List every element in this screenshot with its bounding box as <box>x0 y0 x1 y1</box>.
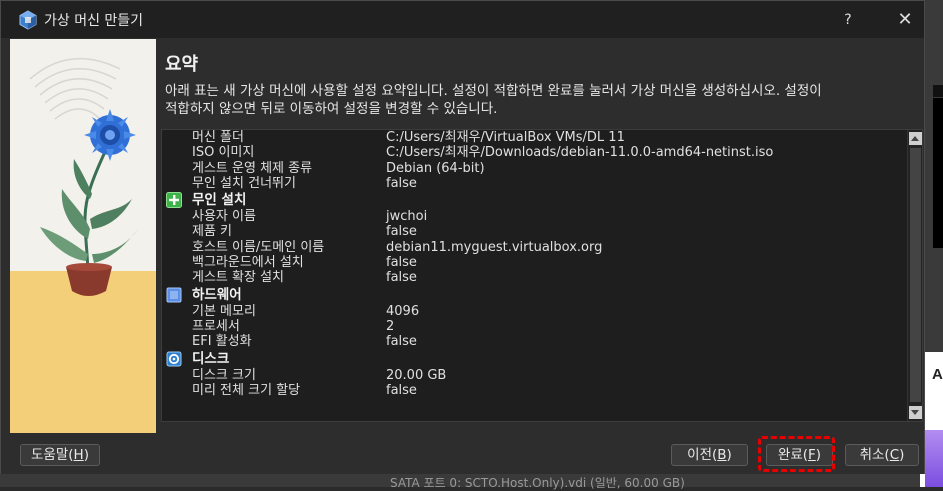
row-key: 기본 메모리 <box>192 303 256 319</box>
row-value: Debian (64-bit) <box>386 160 485 176</box>
summary-row: ISO 이미지 C:/Users/최재우/Downloads/debian-11.… <box>162 145 907 160</box>
background-text: SATA 포트 0: SCTO.Host.Only).vdi (일반, 60.0… <box>390 476 685 490</box>
virtualbox-icon <box>19 10 37 30</box>
row-value: debian11.myguest.virtualbox.org <box>386 239 603 255</box>
help-button[interactable]: 도움말(H) <box>20 444 100 466</box>
row-value: false <box>386 334 417 350</box>
section-title: 디스크 <box>192 350 230 367</box>
disk-icon <box>166 351 182 367</box>
page-description: 아래 표는 새 가상 머신에 사용할 설정 요약입니다. 설정이 적합하면 완료… <box>165 83 822 117</box>
button-mnemonic: H <box>73 447 84 463</box>
button-label: 취소 <box>859 447 885 463</box>
summary-row: 사용자 이름 jwchoi <box>162 209 907 224</box>
add-install-icon <box>166 192 182 209</box>
background-card-letter: A <box>932 366 943 383</box>
row-value: false <box>386 382 417 398</box>
button-label: 이전 <box>687 447 712 463</box>
section-title: 하드웨어 <box>192 286 242 303</box>
row-key: 게스트 확장 설치 <box>192 270 284 286</box>
row-key: 백그라운드에서 설치 <box>192 255 304 271</box>
row-value: false <box>386 255 417 271</box>
background-window-edge <box>933 85 943 97</box>
summary-row: 제품 키 false <box>162 224 907 239</box>
summary-row: 미리 전체 크기 할당 false <box>162 383 907 398</box>
summary-row: 디스크 크기 20.00 GB <box>162 368 907 383</box>
summary-row: 게스트 확장 설치 false <box>162 270 907 285</box>
page-title: 요약 <box>165 54 199 75</box>
button-mnemonic: B <box>717 447 727 463</box>
context-help-button[interactable]: ? <box>837 8 859 32</box>
wizard-illustration <box>10 39 156 433</box>
summary-row: 무인 설치 건너뛰기 false <box>162 176 907 191</box>
close-button[interactable]: ✕ <box>891 8 919 32</box>
cancel-button[interactable]: 취소(C) <box>845 444 919 466</box>
flower-illustration <box>29 57 138 296</box>
row-key: EFI 활성화 <box>192 334 252 350</box>
summary-row: 머신 폴더 C:/Users/최재우/VirtualBox VMs/DL 11 <box>162 130 907 145</box>
row-value: false <box>386 224 417 240</box>
summary-row: EFI 활성화 false <box>162 334 907 349</box>
row-value: 2 <box>386 318 395 334</box>
summary-row: 프로세서 2 <box>162 319 907 334</box>
summary-row: 호스트 이름/도메인 이름 debian11.myguest.virtualbox… <box>162 240 907 255</box>
row-value: false <box>386 175 417 191</box>
section-hardware: 하드웨어 <box>162 286 907 304</box>
section-disk: 디스크 <box>162 350 907 368</box>
summary-row: 백그라운드에서 설치 false <box>162 255 907 270</box>
back-button[interactable]: 이전(B) <box>671 444 748 466</box>
scrollbar-thumb[interactable] <box>910 148 921 402</box>
window-title: 가상 머신 만들기 <box>44 13 144 29</box>
vertical-scrollbar[interactable] <box>907 130 922 421</box>
row-key: 머신 폴더 <box>192 130 244 145</box>
section-unattended: 무인 설치 <box>162 191 907 209</box>
row-value: false <box>386 270 417 286</box>
row-key: 무인 설치 건너뛰기 <box>192 175 296 191</box>
row-key: ISO 이미지 <box>192 145 255 161</box>
row-value: C:/Users/최재우/Downloads/debian-11.0.0-amd… <box>386 145 774 161</box>
summary-list[interactable]: 머신 폴더 C:/Users/최재우/VirtualBox VMs/DL 11 I… <box>161 129 923 422</box>
scroll-down-icon[interactable] <box>909 406 922 419</box>
summary-row: 게스트 운영 체제 종류 Debian (64-bit) <box>162 161 907 176</box>
scroll-up-icon[interactable] <box>909 132 922 145</box>
row-key: 미리 전체 크기 할당 <box>192 382 301 398</box>
button-mnemonic: C <box>889 447 900 463</box>
title-bar[interactable]: 가상 머신 만들기 ? ✕ <box>1 1 924 38</box>
row-value: jwchoi <box>386 209 428 225</box>
row-key: 호스트 이름/도메인 이름 <box>192 239 325 255</box>
row-key: 사용자 이름 <box>192 209 256 225</box>
hardware-chip-icon <box>166 287 182 303</box>
row-key: 제품 키 <box>192 224 233 240</box>
row-key: 프로세서 <box>192 318 240 334</box>
section-title: 무인 설치 <box>192 192 247 209</box>
summary-row: 기본 메모리 4096 <box>162 304 907 319</box>
create-vm-dialog: 가상 머신 만들기 ? ✕ 요약 아래 표는 새 가상 머신에 사용할 설정 요… <box>0 0 925 474</box>
button-label: 도움말 <box>31 447 69 463</box>
row-key: 게스트 운영 체제 종류 <box>192 160 313 176</box>
row-value: 20.00 GB <box>386 367 447 383</box>
row-value: C:/Users/최재우/VirtualBox VMs/DL 11 <box>386 130 625 145</box>
background-window-edge <box>933 98 943 248</box>
row-value: 4096 <box>386 303 420 319</box>
row-key: 디스크 크기 <box>192 367 256 383</box>
background-decoration <box>925 430 943 487</box>
finish-highlight-annotation <box>758 436 835 472</box>
summary-rows: 머신 폴더 C:/Users/최재우/VirtualBox VMs/DL 11 I… <box>162 130 907 398</box>
